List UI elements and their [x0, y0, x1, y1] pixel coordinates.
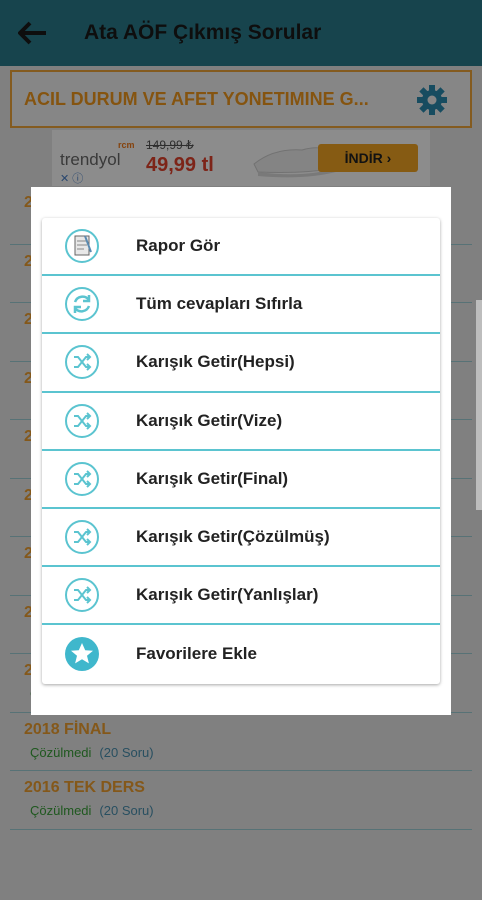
menu-item-kar-k-getir-final[interactable]: Karışık Getir(Final) [42, 451, 440, 509]
menu-item-rapor-g-r[interactable]: Rapor Gör [42, 218, 440, 277]
menu-item-label: Karışık Getir(Final) [136, 468, 289, 488]
menu-item-kar-k-getir-hepsi[interactable]: Karışık Getir(Hepsi) [42, 334, 440, 393]
shuffle-icon [64, 577, 100, 613]
menu-item-kar-k-getir-vize[interactable]: Karışık Getir(Vize) [42, 393, 440, 451]
scrollbar[interactable] [476, 300, 482, 510]
shuffle-icon [64, 403, 100, 439]
menu-item-label: Favorilere Ekle [136, 644, 257, 664]
menu-item-kar-k-getir-yanl-lar[interactable]: Karışık Getir(Yanlışlar) [42, 567, 440, 626]
menu-item-label: Karışık Getir(Vize) [136, 410, 283, 430]
menu-item-label: Tüm cevapları Sıfırla [136, 294, 303, 314]
shuffle-icon [64, 344, 100, 380]
reset-icon [64, 286, 100, 322]
menu-item-label: Rapor Gör [136, 236, 221, 256]
menu-item-favorilere-ekle[interactable]: Favorilere Ekle [42, 625, 440, 683]
options-dialog: Rapor Gör Tüm cevapları Sıfırla Karışık Ge… [31, 187, 451, 715]
menu-item-kar-k-getir-z-lm[interactable]: Karışık Getir(Çözülmüş) [42, 509, 440, 568]
star-icon [64, 636, 100, 672]
menu-item-t-m-cevaplar-s-f-rla[interactable]: Tüm cevapları Sıfırla [42, 276, 440, 335]
shuffle-icon [64, 519, 100, 555]
report-icon [64, 228, 100, 264]
menu-item-label: Karışık Getir(Yanlışlar) [136, 585, 319, 605]
shuffle-icon [64, 461, 100, 497]
menu-item-label: Karışık Getir(Hepsi) [136, 352, 295, 372]
menu-item-label: Karışık Getir(Çözülmüş) [136, 527, 330, 547]
options-card: Rapor Gör Tüm cevapları Sıfırla Karışık Ge… [42, 218, 440, 684]
